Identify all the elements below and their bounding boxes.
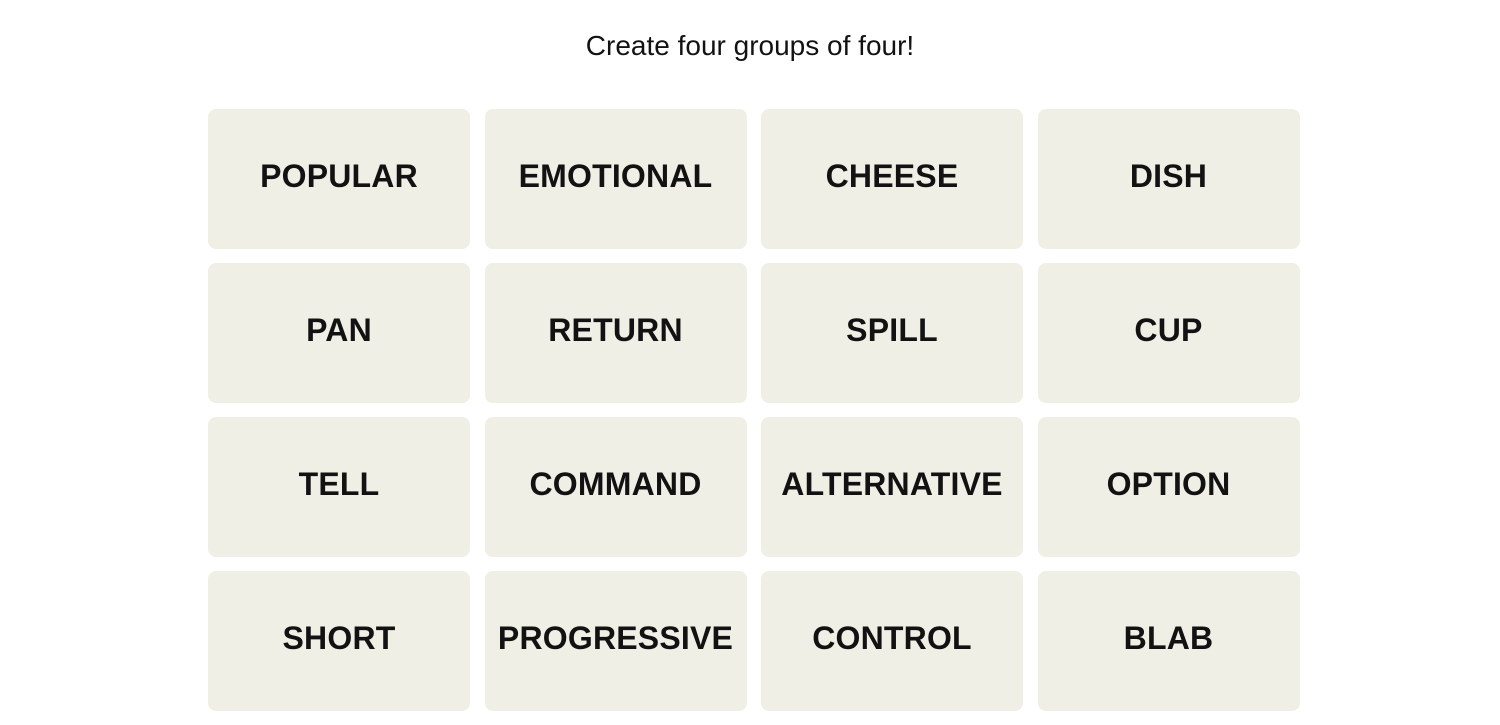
word-tile[interactable]: CONTROL	[761, 571, 1023, 711]
word-grid: POPULAR EMOTIONAL CHEESE DISH PAN RETURN…	[208, 109, 1300, 711]
word-tile[interactable]: POPULAR	[208, 109, 470, 249]
word-tile[interactable]: BLAB	[1037, 571, 1300, 711]
word-tile[interactable]: ALTERNATIVE	[761, 417, 1023, 557]
word-tile[interactable]: OPTION	[1037, 417, 1300, 557]
word-tile[interactable]: RETURN	[484, 263, 747, 403]
word-tile[interactable]: SHORT	[208, 571, 470, 711]
word-tile[interactable]: PROGRESSIVE	[484, 571, 747, 711]
word-tile[interactable]: EMOTIONAL	[484, 109, 747, 249]
word-tile[interactable]: COMMAND	[484, 417, 747, 557]
word-tile[interactable]: PAN	[208, 263, 470, 403]
word-tile[interactable]: SPILL	[761, 263, 1023, 403]
instructions-heading: Create four groups of four!	[585, 30, 915, 61]
word-tile[interactable]: CHEESE	[761, 109, 1023, 249]
word-tile[interactable]: DISH	[1037, 109, 1300, 249]
word-tile[interactable]: TELL	[208, 417, 470, 557]
word-tile[interactable]: CUP	[1037, 263, 1300, 403]
